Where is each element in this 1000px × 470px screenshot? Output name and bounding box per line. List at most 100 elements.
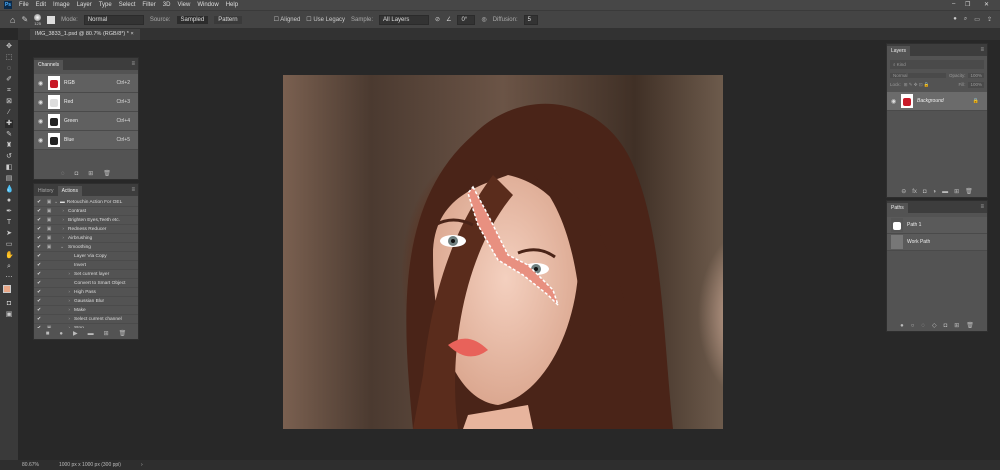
action-item[interactable]: ✔ › Set current layer <box>34 270 138 279</box>
visibility-eye-icon[interactable]: ◉ <box>38 99 44 106</box>
play-icon[interactable]: ▶ <box>73 330 78 337</box>
chevron-icon[interactable]: › <box>54 227 64 232</box>
lock-icons[interactable]: ⊞ ✎ ✥ ⊡ 🔒 <box>904 82 930 88</box>
eyedropper-tool-icon[interactable]: ⁄ <box>5 109 13 117</box>
tab-paths[interactable]: Paths <box>887 203 908 213</box>
quick-select-tool-icon[interactable]: ✐ <box>5 76 13 84</box>
document-tab[interactable]: IMG_3833_1.psd @ 80.7% (RGB/8*) * × <box>30 29 140 40</box>
action-item[interactable]: ✔ Convert to Smart Object <box>34 279 138 288</box>
action-item[interactable]: ✔ ▣ › Brighten Eyes,Teeth etc. <box>34 216 138 225</box>
move-tool-icon[interactable]: ✥ <box>5 43 13 51</box>
gradient-tool-icon[interactable]: ▤ <box>5 175 13 183</box>
path-row-work-path[interactable]: Work Path <box>887 234 987 251</box>
channel-row-green[interactable]: ◉ Green Ctrl+4 <box>34 112 138 131</box>
load-selection-icon[interactable]: ◌ <box>61 171 65 177</box>
restore-icon[interactable]: ❐ <box>965 1 970 8</box>
action-item[interactable]: ✔ › Gaussian Blur <box>34 297 138 306</box>
visibility-eye-icon[interactable]: ◉ <box>38 137 44 144</box>
menu-view[interactable]: View <box>177 2 190 8</box>
new-set-icon[interactable]: ▬ <box>88 331 94 337</box>
checkmark-icon[interactable]: ✔ <box>34 227 44 232</box>
menu-file[interactable]: File <box>19 2 29 8</box>
action-item[interactable]: ✔ Invert <box>34 261 138 270</box>
brush-preset-picker[interactable]: 125 <box>34 13 42 26</box>
crop-tool-icon[interactable]: ⌗ <box>5 87 13 95</box>
delete-icon[interactable]: 🗑 <box>119 330 127 337</box>
healing-tool-icon[interactable]: ✚ <box>5 120 13 128</box>
panel-menu-icon[interactable]: ≡ <box>131 61 135 67</box>
zoom-tool-icon[interactable]: ⌕ <box>5 263 13 271</box>
chevron-icon[interactable]: ⌄ <box>54 245 64 250</box>
save-selection-icon[interactable]: ◘ <box>75 171 79 177</box>
new-action-icon[interactable]: ⊞ <box>104 330 109 337</box>
pressure-icon[interactable]: ◎ <box>481 16 486 23</box>
workspace-icon[interactable]: ▭ <box>974 16 980 23</box>
menu-image[interactable]: Image <box>53 2 70 8</box>
panel-menu-icon[interactable]: ≡ <box>980 204 984 210</box>
tab-actions[interactable]: Actions <box>57 186 82 196</box>
delete-icon[interactable]: 🗑 <box>966 322 974 329</box>
frame-tool-icon[interactable]: ⊠ <box>5 98 13 106</box>
link-icon[interactable]: ⊖ <box>901 188 906 195</box>
zoom-level[interactable]: 80.67% <box>22 462 39 468</box>
visibility-eye-icon[interactable]: ◉ <box>891 98 897 105</box>
checkmark-icon[interactable]: ✔ <box>34 308 44 313</box>
blur-tool-icon[interactable]: 💧 <box>5 186 14 194</box>
hand-tool-icon[interactable]: ✋ <box>5 252 14 260</box>
clone-source-icon[interactable] <box>47 15 56 24</box>
canvas-image[interactable] <box>283 75 723 429</box>
brush-tool-icon[interactable]: ✎ <box>5 131 13 139</box>
mask-icon[interactable]: ◘ <box>923 189 927 195</box>
checkmark-icon[interactable]: ✔ <box>34 317 44 322</box>
checkmark-icon[interactable]: ✔ <box>34 263 44 268</box>
minimize-icon[interactable]: – <box>952 1 955 7</box>
search-icon[interactable]: ⌕ <box>964 16 967 23</box>
diffusion-input[interactable]: 5 <box>523 14 538 25</box>
action-item[interactable]: ✔ Layer Via Copy <box>34 252 138 261</box>
mode-select[interactable]: Normal <box>83 14 144 25</box>
type-tool-icon[interactable]: T <box>5 219 13 227</box>
channel-row-blue[interactable]: ◉ Blue Ctrl+5 <box>34 131 138 150</box>
menu-edit[interactable]: Edit <box>36 2 46 8</box>
lasso-tool-icon[interactable]: ◌ <box>5 65 13 73</box>
source-sampled-button[interactable]: Sampled <box>176 15 209 24</box>
stroke-path-icon[interactable]: ○ <box>911 323 915 329</box>
adjustment-icon[interactable]: ◑ <box>933 189 937 195</box>
visibility-eye-icon[interactable]: ◉ <box>38 118 44 125</box>
tab-channels[interactable]: Channels <box>34 60 64 70</box>
checkmark-icon[interactable]: ✔ <box>34 200 44 205</box>
record-icon[interactable]: ● <box>59 331 63 337</box>
layer-filter-kind[interactable]: ⌕ Kind <box>890 60 984 69</box>
checkmark-icon[interactable]: ✔ <box>34 299 44 304</box>
checkmark-icon[interactable]: ✔ <box>34 209 44 214</box>
chevron-icon[interactable]: › <box>54 236 64 241</box>
angle-input[interactable]: 0° <box>457 14 476 25</box>
history-brush-icon[interactable]: ↺ <box>5 153 13 161</box>
healing-brush-icon[interactable]: ✎ <box>21 15 28 24</box>
visibility-eye-icon[interactable]: ◉ <box>38 80 44 87</box>
group-icon[interactable]: ▬ <box>942 189 948 195</box>
source-pattern-button[interactable]: Pattern <box>214 15 242 24</box>
tab-layers[interactable]: Layers <box>887 46 911 56</box>
dialog-toggle-icon[interactable]: ▣ <box>44 227 54 232</box>
chevron-icon[interactable]: › <box>54 218 64 223</box>
status-arrow-icon[interactable]: › <box>141 462 143 468</box>
use-legacy-checkbox[interactable]: ☐ Use Legacy <box>306 16 345 23</box>
menu-window[interactable]: Window <box>197 2 218 8</box>
sample-select[interactable]: All Layers <box>379 14 430 25</box>
menu-help[interactable]: Help <box>226 2 238 8</box>
checkmark-icon[interactable]: ✔ <box>34 245 44 250</box>
new-channel-icon[interactable]: ⊞ <box>88 170 93 177</box>
quick-mask-icon[interactable]: ◘ <box>5 300 13 308</box>
delete-icon[interactable]: 🗑 <box>965 188 973 195</box>
fill-input[interactable]: 100% <box>968 82 984 88</box>
action-item[interactable]: ✔ ▣ ⌄ ▬ Retouchin Action For OEL <box>34 198 138 207</box>
checkmark-icon[interactable]: ✔ <box>34 218 44 223</box>
checkmark-icon[interactable]: ✔ <box>34 290 44 295</box>
menu-select[interactable]: Select <box>119 2 136 8</box>
eraser-tool-icon[interactable]: ◧ <box>5 164 13 172</box>
menu-type[interactable]: Type <box>99 2 112 8</box>
tab-history[interactable]: History <box>34 186 58 196</box>
dialog-toggle-icon[interactable]: ▣ <box>44 245 54 250</box>
action-item[interactable]: ✔ ▣ ⌄ Smoothing <box>34 243 138 252</box>
